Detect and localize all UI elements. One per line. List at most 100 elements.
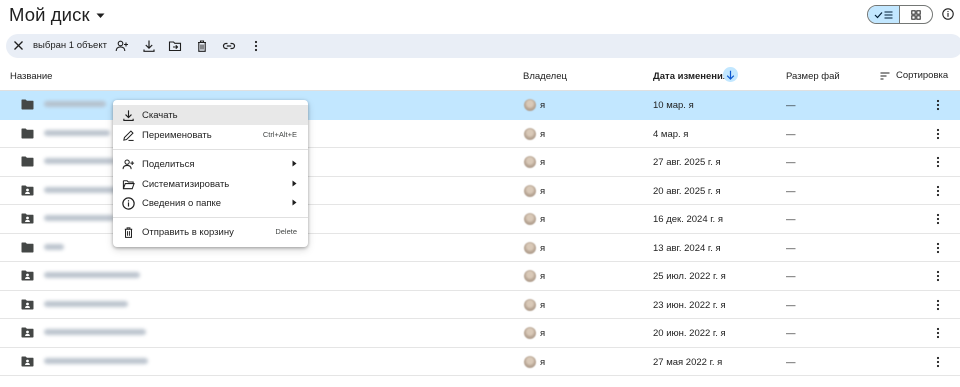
file-name-redacted <box>44 129 110 136</box>
info-icon <box>121 196 135 210</box>
more-vert-icon[interactable] <box>936 299 940 311</box>
page-title: Мой диск <box>9 4 90 25</box>
avatar <box>524 213 536 225</box>
modified-date: 27 мая 2022 г. я <box>653 356 723 368</box>
link-icon[interactable] <box>222 39 236 53</box>
more-vert-icon[interactable] <box>936 128 940 140</box>
avatar <box>524 99 536 111</box>
folder-icon <box>21 99 34 110</box>
more-vert-icon[interactable] <box>936 270 940 282</box>
owner: я <box>540 356 546 368</box>
column-name[interactable]: Название <box>10 71 52 82</box>
table-row[interactable]: я 25 июл. 2022 г. я — <box>0 262 960 291</box>
menu-item-label: Сведения о папке <box>142 198 222 209</box>
owner: я <box>540 157 546 168</box>
shared-folder-icon <box>21 270 34 281</box>
table-row[interactable]: я 20 июн. 2022 г. я — <box>0 319 960 348</box>
file-name-redacted <box>44 357 148 364</box>
avatar <box>524 327 536 339</box>
download-icon <box>121 108 135 122</box>
caret-down-icon <box>96 13 105 19</box>
column-size[interactable]: Размер фай <box>786 71 840 82</box>
menu-item-download[interactable]: Скачать <box>113 105 308 125</box>
file-size: — <box>786 214 796 225</box>
file-size: — <box>786 356 796 368</box>
sort-icon <box>880 71 890 80</box>
file-size: — <box>786 299 796 311</box>
menu-item-label: Скачать <box>142 110 178 121</box>
share-icon[interactable] <box>115 39 129 53</box>
menu-item-folder-info[interactable]: Сведения о папке <box>113 193 308 213</box>
more-vert-icon[interactable] <box>936 356 940 368</box>
owner: я <box>540 299 546 311</box>
file-name-redacted <box>44 101 106 107</box>
menu-item-organize[interactable]: Систематизировать <box>113 174 308 194</box>
avatar <box>524 184 536 197</box>
owner: я <box>540 100 546 111</box>
avatar <box>524 241 536 254</box>
header: Мой диск <box>0 0 960 32</box>
modified-date: 13 авг. 2024 г. я <box>653 242 721 254</box>
grid-icon <box>911 9 921 20</box>
modified-date: 10 мар. я <box>653 100 694 111</box>
chevron-right-icon <box>292 160 297 167</box>
shared-folder-icon <box>21 185 34 196</box>
file-size: — <box>786 242 796 254</box>
my-drive-title-button[interactable]: Мой диск <box>9 4 105 26</box>
more-vert-icon[interactable] <box>936 185 940 197</box>
folder-icon <box>21 128 34 139</box>
menu-divider <box>113 217 308 218</box>
menu-shortcut: Ctrl+Alt+E <box>262 130 297 139</box>
info-icon[interactable] <box>942 8 954 20</box>
avatar <box>524 127 536 140</box>
modified-date: 4 мар. я <box>653 128 689 140</box>
more-vert-icon[interactable] <box>936 99 940 111</box>
list-view-button[interactable] <box>868 6 901 23</box>
column-owner[interactable]: Владелец <box>523 71 567 82</box>
file-size: — <box>786 328 796 339</box>
menu-item-share[interactable]: Поделиться <box>113 154 308 174</box>
sort-direction-icon[interactable] <box>723 67 738 82</box>
check-icon <box>874 11 883 19</box>
owner: я <box>540 271 546 282</box>
download-icon[interactable] <box>142 39 156 53</box>
trash-icon[interactable] <box>195 39 209 53</box>
table-row[interactable]: я 23 июн. 2022 г. я — <box>0 291 960 319</box>
share-icon <box>121 157 135 171</box>
avatar <box>524 156 536 168</box>
chevron-right-icon <box>292 199 297 206</box>
menu-item-label: Систематизировать <box>142 179 230 190</box>
more-vert-icon[interactable] <box>249 39 263 53</box>
file-size: — <box>786 128 796 140</box>
move-to-folder-icon[interactable] <box>168 39 182 53</box>
shared-folder-icon <box>21 299 34 310</box>
modified-date: 23 июн. 2022 г. я <box>653 299 726 311</box>
file-name-redacted <box>44 329 146 335</box>
file-name-redacted <box>44 300 128 307</box>
table-row[interactable]: я 27 мая 2022 г. я — <box>0 348 960 376</box>
grid-view-button[interactable] <box>900 6 932 23</box>
more-vert-icon[interactable] <box>936 242 940 254</box>
file-name-redacted <box>44 158 114 164</box>
sort-button[interactable]: Сортировка <box>880 70 948 81</box>
column-modified[interactable]: Дата изменения <box>653 71 728 82</box>
file-size: — <box>786 100 796 111</box>
modified-date: 20 авг. 2025 г. я <box>653 185 721 197</box>
menu-item-trash[interactable]: Отправить в корзину Delete <box>113 222 308 242</box>
more-vert-icon[interactable] <box>936 213 940 225</box>
modified-date: 25 июл. 2022 г. я <box>653 271 726 282</box>
more-vert-icon[interactable] <box>936 327 940 339</box>
owner: я <box>540 185 546 197</box>
owner: я <box>540 214 546 225</box>
file-name-redacted <box>44 186 116 193</box>
view-toggle <box>867 5 933 24</box>
menu-item-rename[interactable]: Переименовать Ctrl+Alt+E <box>113 125 308 145</box>
trash-icon <box>121 225 135 239</box>
avatar <box>524 270 536 282</box>
file-size: — <box>786 271 796 282</box>
file-name-redacted <box>44 215 114 221</box>
context-menu: Скачать Переименовать Ctrl+Alt+E Поделит… <box>113 100 308 247</box>
folder-icon <box>21 242 34 253</box>
close-icon[interactable] <box>13 40 24 51</box>
more-vert-icon[interactable] <box>936 156 940 168</box>
